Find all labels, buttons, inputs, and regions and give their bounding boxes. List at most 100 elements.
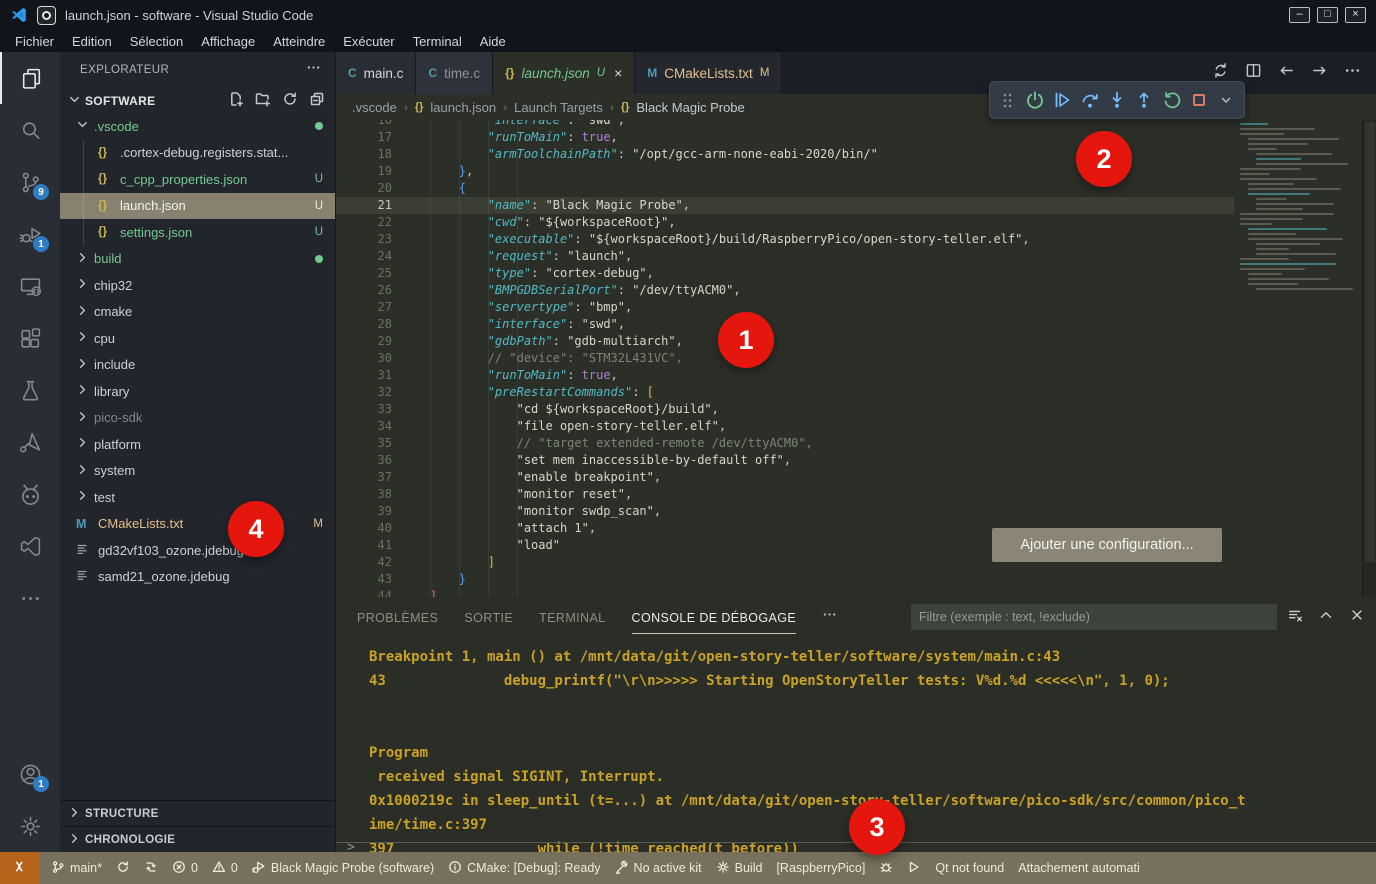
collapse-all-icon[interactable]	[309, 91, 325, 110]
activitybar-testing[interactable]	[0, 364, 60, 416]
refresh-icon[interactable]	[282, 91, 298, 110]
status-active-kit[interactable]: No active kit	[608, 852, 709, 884]
menu-terminal[interactable]: Terminal	[404, 34, 471, 49]
tree-item-c_cpp_properties.json[interactable]: {}c_cpp_properties.jsonU	[60, 166, 335, 193]
section-structure[interactable]: STRUCTURE	[60, 800, 335, 826]
minimize-button[interactable]: –	[1289, 7, 1310, 23]
code-line-37[interactable]: 37 "enable breakpoint",	[336, 469, 1234, 486]
tree-item-build[interactable]: build	[60, 246, 335, 273]
code-line-39[interactable]: 39 "monitor swdp_scan",	[336, 503, 1234, 520]
arrow-left-icon[interactable]	[1278, 62, 1295, 84]
code-line-16[interactable]: 16 "interface": "swd",	[336, 120, 1234, 129]
status-compare[interactable]	[137, 852, 165, 884]
tree-item-gd32vf103_ozone.jdebug[interactable]: gd32vf103_ozone.jdebug	[60, 537, 335, 564]
debug-filter-input[interactable]	[911, 604, 1277, 630]
section-chronologie[interactable]: CHRONOLOGIE	[60, 826, 335, 852]
code-line-31[interactable]: 31 "runToMain": true,	[336, 367, 1234, 384]
code-line-25[interactable]: 25 "type": "cortex-debug",	[336, 265, 1234, 282]
panel-tab-problèmes[interactable]: PROBLÈMES	[357, 601, 438, 634]
code-line-32[interactable]: 32 "preRestartCommands": [	[336, 384, 1234, 401]
close-panel-icon[interactable]	[1349, 607, 1365, 628]
step-out-icon[interactable]	[1134, 88, 1155, 112]
code-line-21[interactable]: 21 "name": "Black Magic Probe",	[336, 197, 1234, 214]
activitybar-search[interactable]	[0, 104, 60, 156]
close-tab-icon[interactable]: ×	[614, 65, 622, 81]
code-line-27[interactable]: 27 "servertype": "bmp",	[336, 299, 1234, 316]
tree-item-samd21_ozone.jdebug[interactable]: samd21_ozone.jdebug	[60, 564, 335, 591]
explorer-more-icon[interactable]	[306, 60, 321, 80]
activitybar-source-control[interactable]: 9	[0, 156, 60, 208]
code-line-44[interactable]: 44 ]	[336, 588, 1234, 597]
status-remote[interactable]	[0, 852, 39, 884]
tab-main.c[interactable]: Cmain.c	[336, 52, 416, 94]
activitybar-extensions[interactable]	[0, 312, 60, 364]
tree-item-platform[interactable]: platform	[60, 431, 335, 458]
section-software[interactable]: SOFTWARE	[60, 88, 335, 113]
tree-item-test[interactable]: test	[60, 484, 335, 511]
continue-icon[interactable]	[1052, 88, 1073, 112]
editor-scrollbar[interactable]	[1362, 120, 1376, 597]
status-target[interactable]: [RaspberryPico]	[769, 852, 872, 884]
tree-item-include[interactable]: include	[60, 352, 335, 379]
menu-fichier[interactable]: Fichier	[6, 34, 63, 49]
activitybar-remote-explorer[interactable]	[0, 260, 60, 312]
menu-aide[interactable]: Aide	[471, 34, 515, 49]
code-line-34[interactable]: 34 "file open-story-teller.elf",	[336, 418, 1234, 435]
tree-item-launch.json[interactable]: {}launch.jsonU	[60, 193, 335, 220]
tree-item-.vscode[interactable]: .vscode	[60, 113, 335, 140]
breadcrumb-item[interactable]: .vscode	[352, 100, 397, 115]
menu-atteindre[interactable]: Atteindre	[264, 34, 334, 49]
code-line-33[interactable]: 33 "cd ${workspaceRoot}/build",	[336, 401, 1234, 418]
add-configuration-button[interactable]: Ajouter une configuration...	[992, 528, 1222, 562]
activitybar-platformio[interactable]	[0, 468, 60, 520]
activitybar-account[interactable]: 1	[0, 748, 60, 800]
tree-item-cpu[interactable]: cpu	[60, 325, 335, 352]
minimap[interactable]	[1234, 123, 1356, 323]
breadcrumb-item[interactable]: Black Magic Probe	[636, 100, 744, 115]
arrow-right-icon[interactable]	[1311, 62, 1328, 84]
clear-console-icon[interactable]	[1287, 607, 1303, 628]
code-line-36[interactable]: 36 "set mem inaccessible-by-default off"…	[336, 452, 1234, 469]
status-cmake-status[interactable]: CMake: [Debug]: Ready	[441, 852, 607, 884]
step-into-icon[interactable]	[1106, 88, 1127, 112]
code-line-22[interactable]: 22 "cwd": "${workspaceRoot}",	[336, 214, 1234, 231]
menu-sélection[interactable]: Sélection	[121, 34, 192, 49]
tree-item-CMakeLists.txt[interactable]: MCMakeLists.txtM	[60, 511, 335, 538]
code-editor[interactable]: 16 "interface": "swd",17 "runToMain": tr…	[336, 120, 1376, 597]
tree-item-pico-sdk[interactable]: pico-sdk	[60, 405, 335, 432]
scrollbar-thumb[interactable]	[1365, 122, 1375, 562]
tree-item-library[interactable]: library	[60, 378, 335, 405]
split-editor-icon[interactable]	[1245, 62, 1262, 84]
restart-icon[interactable]	[1161, 88, 1182, 112]
code-line-30[interactable]: 30 // "device": "STM32L431VC",	[336, 350, 1234, 367]
panel-more-icon[interactable]	[822, 607, 837, 627]
activitybar-settings[interactable]	[0, 800, 60, 852]
activitybar-cmake[interactable]	[0, 416, 60, 468]
tree-item-cmake[interactable]: cmake	[60, 299, 335, 326]
status-errors[interactable]: 0	[165, 852, 205, 884]
tree-item-.cortex-debug.registers.stat...[interactable]: {}.cortex-debug.registers.stat...	[60, 140, 335, 167]
tree-item-system[interactable]: system	[60, 458, 335, 485]
new-folder-icon[interactable]	[255, 91, 271, 110]
maximize-button[interactable]: □	[1317, 7, 1338, 23]
tab-launch.json[interactable]: {}launch.jsonU×	[493, 52, 635, 94]
code-line-29[interactable]: 29 "gdbPath": "gdb-multiarch",	[336, 333, 1234, 350]
menu-exécuter[interactable]: Exécuter	[334, 34, 403, 49]
panel-tab-terminal[interactable]: TERMINAL	[539, 601, 605, 634]
breadcrumb-item[interactable]: Launch Targets	[514, 100, 603, 115]
tree-item-settings.json[interactable]: {}settings.jsonU	[60, 219, 335, 246]
status-git-branch[interactable]: main*	[44, 852, 109, 884]
panel-tab-sortie[interactable]: SORTIE	[464, 601, 513, 634]
activitybar-run-and-debug[interactable]: 1	[0, 208, 60, 260]
step-over-icon[interactable]	[1079, 88, 1100, 112]
code-line-26[interactable]: 26 "BMPGDBSerialPort": "/dev/ttyACM0",	[336, 282, 1234, 299]
code-line-35[interactable]: 35 // "target extended-remote /dev/ttyAC…	[336, 435, 1234, 452]
status-debug-target[interactable]	[872, 852, 900, 884]
status-build[interactable]: Build	[709, 852, 770, 884]
code-line-24[interactable]: 24 "request": "launch",	[336, 248, 1234, 265]
code-line-38[interactable]: 38 "monitor reset",	[336, 486, 1234, 503]
status-auto-attach[interactable]: Attachement automati	[1011, 852, 1147, 884]
collapse-panel-icon[interactable]	[1318, 607, 1334, 628]
breadcrumb-item[interactable]: launch.json	[430, 100, 496, 115]
code-line-28[interactable]: 28 "interface": "swd",	[336, 316, 1234, 333]
